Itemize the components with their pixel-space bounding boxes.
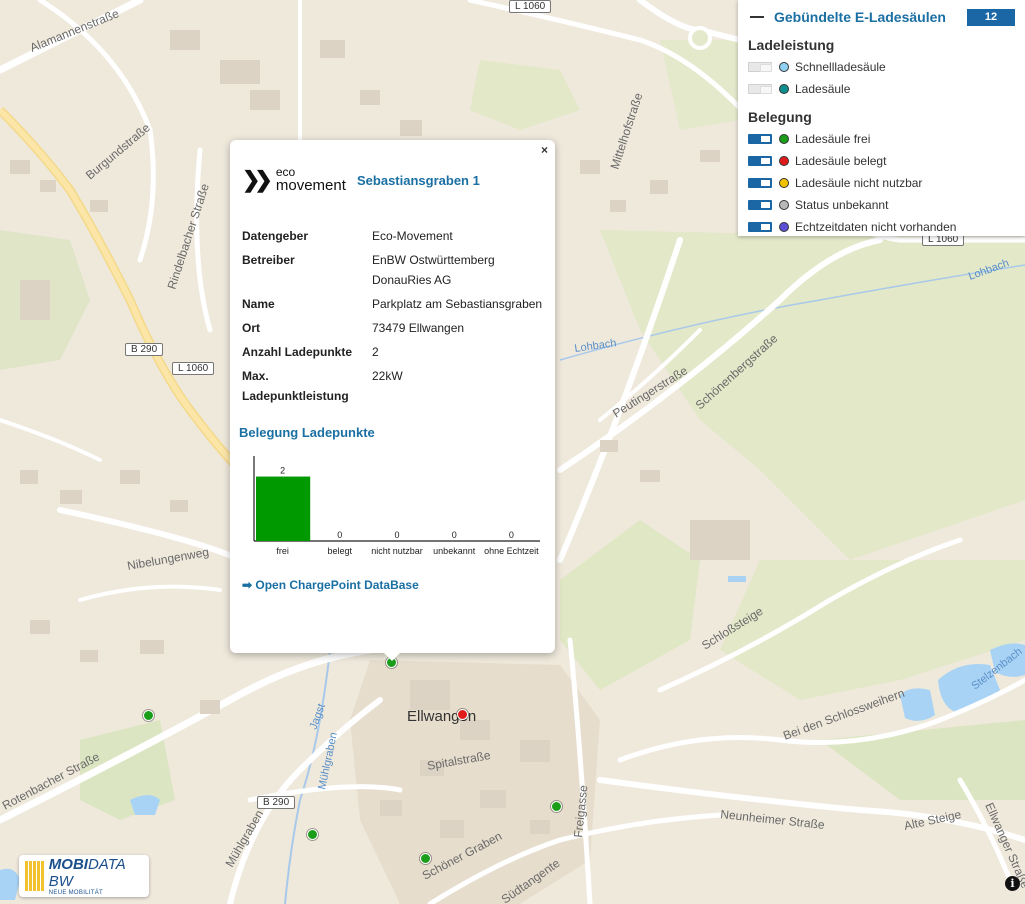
collapse-icon[interactable] [750, 16, 764, 18]
legend-item[interactable]: Schnellladesäule [748, 56, 1015, 78]
info-label: Betreiber [242, 253, 295, 267]
info-label: Max. Ladepunktleistung [242, 369, 349, 403]
eco-movement-logo: ❯❯ eco movement [242, 166, 357, 194]
status-dot-icon [779, 84, 789, 94]
mobidata-bw-logo[interactable]: MOBIDATA BW NEUE MOBILITÄT [19, 855, 149, 897]
chart-category-label: nicht nutzbar [371, 546, 423, 556]
status-dot-icon [779, 178, 789, 188]
mobidata-logo-text: MOBIDATA BW NEUE MOBILITÄT [49, 856, 143, 896]
legend-item[interactable]: Ladesäule [748, 78, 1015, 100]
legend-count-badge: 12 [967, 8, 1015, 26]
legend-item-label: Status unbekannt [795, 198, 889, 212]
info-label: Name [242, 297, 275, 311]
charging-station-marker[interactable] [457, 709, 468, 720]
info-row: Betreiber EnBW Ostwürttemberg DonauRies A… [242, 250, 543, 294]
legend-item-label: Ladesäule nicht nutzbar [795, 176, 923, 190]
info-value: EnBW Ostwürttemberg DonauRies AG [372, 253, 495, 287]
status-dot-icon [779, 156, 789, 166]
toggle-switch[interactable] [748, 134, 772, 144]
info-label: Ort [242, 321, 260, 335]
status-dot-icon [779, 222, 789, 232]
legend-item-label: Schnellladesäule [795, 60, 886, 74]
legend-item[interactable]: Ladesäule belegt [748, 150, 1015, 172]
toggle-switch[interactable] [748, 156, 772, 166]
info-value: 22kW [372, 369, 403, 383]
close-icon[interactable]: × [541, 143, 548, 157]
popup-header: ❯❯ eco movement Sebastiansgraben 1 [242, 165, 543, 195]
legend-title: Gebündelte E-Ladesäulen [774, 9, 946, 25]
chart-category-label: ohne Echtzeit [484, 546, 539, 556]
toggle-switch[interactable] [748, 84, 772, 94]
station-info-table: Datengeber Eco-Movement Betreiber EnBW Ostw… [242, 226, 543, 410]
status-dot-icon [779, 134, 789, 144]
chart-title: Belegung Ladepunkte [239, 425, 375, 440]
status-dot-icon [779, 200, 789, 210]
info-value: 2 [372, 345, 379, 359]
info-row: Name Parkplatz am Sebastiansgraben [242, 294, 543, 318]
chart-value-label: 0 [394, 530, 399, 540]
open-chargepoint-database-link[interactable]: ➡ Open ChargePoint DataBase [242, 578, 543, 592]
info-row: Datengeber Eco-Movement [242, 226, 543, 250]
charging-station-marker[interactable] [307, 829, 318, 840]
road-shield: B 290 [257, 796, 296, 809]
chevron-logo-icon: ❯❯ [242, 166, 273, 192]
chart-category-label: belegt [328, 546, 353, 556]
charging-station-marker[interactable] [551, 801, 562, 812]
legend-item-label: Echtzeitdaten nicht vorhanden [795, 220, 957, 234]
info-row: Ort 73479 Ellwangen [242, 318, 543, 342]
toggle-switch[interactable] [748, 178, 772, 188]
logo-line2: movement [275, 176, 346, 194]
legend-item[interactable]: Status unbekannt [748, 194, 1015, 216]
legend-item[interactable]: Ladesäule frei [748, 128, 1015, 150]
road-shield: B 290 [125, 343, 164, 356]
info-value: Eco-Movement [372, 229, 453, 243]
legend-item-label: Ladesäule belegt [795, 154, 887, 168]
chart-value-label: 2 [280, 466, 285, 476]
info-value: Parkplatz am Sebastiansgraben [372, 297, 543, 311]
info-row: Max. Ladepunktleistung 22kW [242, 366, 543, 410]
charging-station-marker[interactable] [420, 853, 431, 864]
road-shield: L 1060 [509, 0, 552, 13]
legend-panel: Gebündelte E-Ladesäulen 12 Ladeleistung S… [738, 0, 1025, 236]
toggle-switch[interactable] [748, 62, 772, 72]
logo-text: eco movement [275, 166, 346, 194]
chart-category-label: unbekannt [433, 546, 476, 556]
legend-section-title: Belegung [748, 109, 812, 125]
chart-bar [256, 476, 311, 541]
info-row: Anzahl Ladepunkte 2 [242, 342, 543, 366]
legend-item[interactable]: Ladesäule nicht nutzbar [748, 172, 1015, 194]
info-label: Anzahl Ladepunkte [242, 345, 353, 359]
popup-title: Sebastiansgraben 1 [357, 172, 480, 188]
legend-section-title: Ladeleistung [748, 37, 835, 53]
status-dot-icon [779, 62, 789, 72]
mobidata-mark-icon [25, 861, 45, 891]
legend-item[interactable]: Echtzeitdaten nicht vorhanden [748, 216, 1015, 238]
info-label: Datengeber [242, 229, 309, 243]
chart-category-label: frei [276, 546, 289, 556]
station-popup: × ❯❯ eco movement Sebastiansgraben 1 Dat… [230, 140, 555, 661]
info-value: 73479 Ellwangen [372, 321, 465, 335]
chart-value-label: 0 [509, 530, 514, 540]
legend-item-label: Ladesäule [795, 82, 851, 96]
legend-header[interactable]: Gebündelte E-Ladesäulen 12 [748, 6, 1015, 28]
charging-station-marker[interactable] [143, 710, 154, 721]
chart-value-label: 0 [452, 530, 457, 540]
legend-item-label: Ladesäule frei [795, 132, 871, 146]
toggle-switch[interactable] [748, 200, 772, 210]
logo-sub: NEUE MOBILITÄT [48, 890, 104, 896]
info-icon[interactable]: i [1005, 876, 1020, 891]
toggle-switch[interactable] [748, 222, 772, 232]
legend-sections: Ladeleistung Schnellladesäule Ladesäule Bel… [748, 37, 1015, 238]
logo-main: MOBI [48, 856, 88, 873]
occupancy-chart: 2 frei 0 belegt 0 nicht nutzbar 0 unbekannt 0 ohn… [253, 456, 540, 556]
road-shield: L 1060 [172, 362, 215, 375]
chart-value-label: 0 [337, 530, 342, 540]
